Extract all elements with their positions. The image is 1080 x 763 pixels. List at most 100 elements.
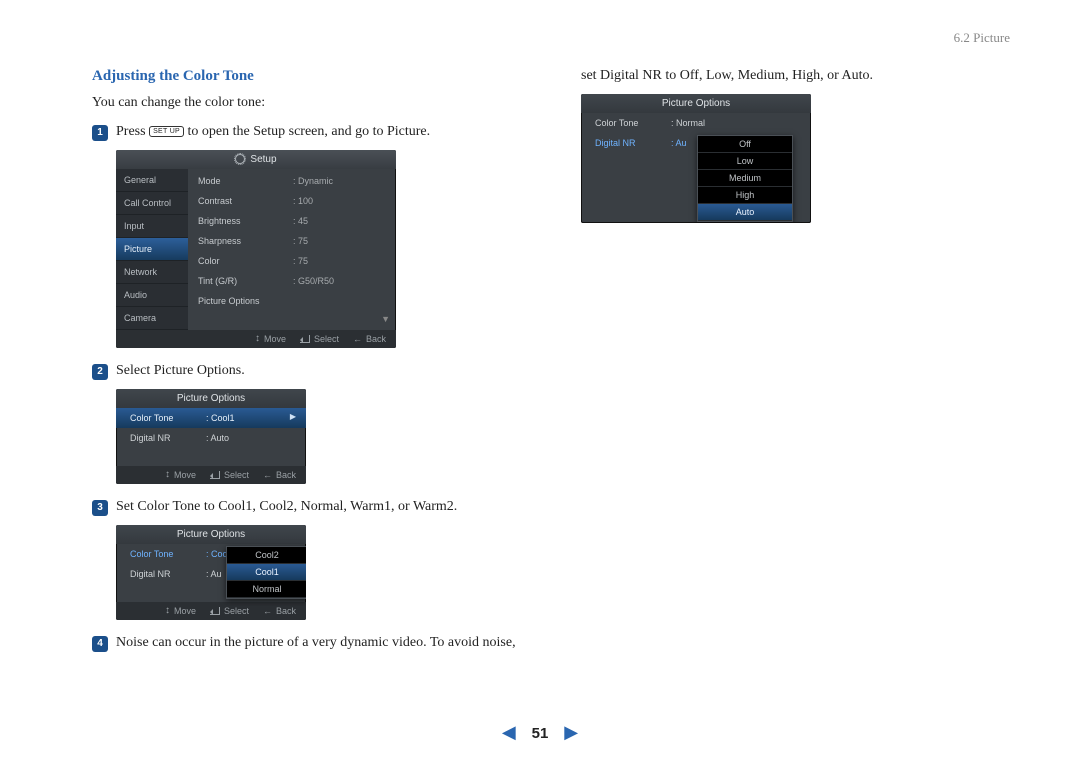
row-value: 75 <box>293 236 308 246</box>
sidebar-item-camera: Camera <box>116 307 188 330</box>
row-label: Contrast <box>198 196 283 206</box>
step-number-badge: 1 <box>92 125 108 141</box>
updown-icon: ↕ <box>165 606 170 616</box>
row-label: Sharpness <box>198 236 283 246</box>
step-text: Select Picture Options. <box>116 362 521 381</box>
dropdown-item-selected: Cool1 <box>227 564 306 581</box>
footer-back: Back <box>366 334 386 344</box>
enter-icon <box>210 471 220 479</box>
step-3: 3 Set Color Tone to Cool1, Cool2, Normal… <box>92 498 521 517</box>
step-2: 2 Select Picture Options. <box>92 362 521 381</box>
footer-move: Move <box>174 470 196 480</box>
row-value: 75 <box>293 256 308 266</box>
step-number-badge: 4 <box>92 636 108 652</box>
option-label: Color Tone <box>130 413 200 423</box>
row-value: Dynamic <box>293 176 333 186</box>
gear-icon <box>235 154 245 164</box>
option-label: Digital NR <box>130 569 200 579</box>
option-value: Normal <box>671 118 705 128</box>
back-icon <box>263 470 272 480</box>
page-navigation: ◀ 51 ▶ <box>0 722 1080 743</box>
option-row-digitalnr: Digital NR Auto <box>116 428 306 448</box>
footer-back: Back <box>276 470 296 480</box>
step-1: 1 Press SET UP to open the Setup screen,… <box>92 123 521 142</box>
enter-icon <box>210 607 220 615</box>
option-label: Digital NR <box>130 433 200 443</box>
panel-title: Picture Options <box>116 389 306 408</box>
footer-select: Select <box>224 606 249 616</box>
dropdown-item: Off <box>698 136 792 153</box>
updown-icon: ↕ <box>165 470 170 480</box>
setup-settings: Mode Dynamic Contrast 100 Brightness 45 Sha… <box>188 169 396 330</box>
panel-footer: ↕ Move Select Back <box>116 330 396 348</box>
row-label: Color <box>198 256 283 266</box>
step-text: Set Color Tone to Cool1, Cool2, Normal, … <box>116 498 521 517</box>
footer-back: Back <box>276 606 296 616</box>
footer-move: Move <box>174 606 196 616</box>
option-row-colortone: Color Tone Normal <box>581 113 811 133</box>
continuation-text: set Digital NR to Off, Low, Medium, High… <box>581 68 1010 84</box>
back-icon <box>263 606 272 616</box>
step-number-badge: 2 <box>92 364 108 380</box>
footer-select: Select <box>314 334 339 344</box>
row-label: Picture Options <box>198 296 283 306</box>
scroll-down-icon: ▼ <box>381 314 390 324</box>
sidebar-item-picture: Picture <box>116 238 188 261</box>
sidebar-item-general: General <box>116 169 188 192</box>
page-number: 51 <box>532 725 549 742</box>
step-text-post: to open the Setup screen, and go to Pict… <box>184 124 430 139</box>
digital-nr-dropdown: Off Low Medium High Auto <box>697 135 793 222</box>
section-reference: 6.2 Picture <box>954 30 1010 46</box>
dropdown-item-selected: Auto <box>698 204 792 221</box>
footer-select: Select <box>224 470 249 480</box>
option-value: Au <box>671 138 687 148</box>
updown-icon: ↕ <box>255 334 260 344</box>
step-4: 4 Noise can occur in the picture of a ve… <box>92 634 521 653</box>
row-label: Brightness <box>198 216 283 226</box>
picture-options-screenshot: Picture Options Color Tone Cool1 Digital… <box>116 389 306 484</box>
section-heading: Adjusting the Color Tone <box>92 68 521 85</box>
panel-title: Setup <box>116 150 396 169</box>
option-label: Color Tone <box>595 118 665 128</box>
color-tone-dropdown-screenshot: Picture Options Color Tone Coo Digital N… <box>116 525 306 620</box>
step-text-pre: Press <box>116 124 149 139</box>
enter-icon <box>300 335 310 343</box>
panel-footer: ↕ Move Select Back <box>116 466 306 484</box>
panel-title: Picture Options <box>581 94 811 113</box>
footer-move: Move <box>264 334 286 344</box>
option-label: Color Tone <box>130 549 200 559</box>
panel-title: Picture Options <box>116 525 306 544</box>
panel-title-text: Setup <box>250 154 276 165</box>
row-value: 100 <box>293 196 313 206</box>
digital-nr-dropdown-screenshot: Picture Options Color Tone Normal Digita… <box>581 94 811 223</box>
dropdown-item: Low <box>698 153 792 170</box>
sidebar-item-network: Network <box>116 261 188 284</box>
next-page-button[interactable]: ▶ <box>552 722 590 742</box>
setup-sidebar: General Call Control Input Picture Netwo… <box>116 169 188 330</box>
step-number-badge: 3 <box>92 500 108 516</box>
dropdown-item: High <box>698 187 792 204</box>
option-value: Au <box>206 569 222 579</box>
row-value: G50/R50 <box>293 276 334 286</box>
dropdown-item: Cool2 <box>227 547 306 564</box>
option-row-colortone: Color Tone Cool1 <box>116 408 306 428</box>
sidebar-item-callcontrol: Call Control <box>116 192 188 215</box>
panel-footer: ↕ Move Select Back <box>116 602 306 620</box>
step-text: Press SET UP to open the Setup screen, a… <box>116 123 521 142</box>
option-label: Digital NR <box>595 138 665 148</box>
step-text: Noise can occur in the picture of a very… <box>116 634 521 653</box>
option-value: Auto <box>206 433 229 443</box>
dropdown-item: Normal <box>227 581 306 598</box>
setup-screenshot: Setup General Call Control Input Picture… <box>116 150 396 348</box>
option-value: Cool1 <box>206 413 235 423</box>
sidebar-item-input: Input <box>116 215 188 238</box>
row-label: Mode <box>198 176 283 186</box>
dropdown-item: Medium <box>698 170 792 187</box>
row-label: Tint (G/R) <box>198 276 283 286</box>
back-icon <box>353 334 362 344</box>
row-value: 45 <box>293 216 308 226</box>
prev-page-button[interactable]: ◀ <box>490 722 528 742</box>
setup-key-icon: SET UP <box>149 126 184 137</box>
intro-text: You can change the color tone: <box>92 95 521 111</box>
sidebar-item-audio: Audio <box>116 284 188 307</box>
